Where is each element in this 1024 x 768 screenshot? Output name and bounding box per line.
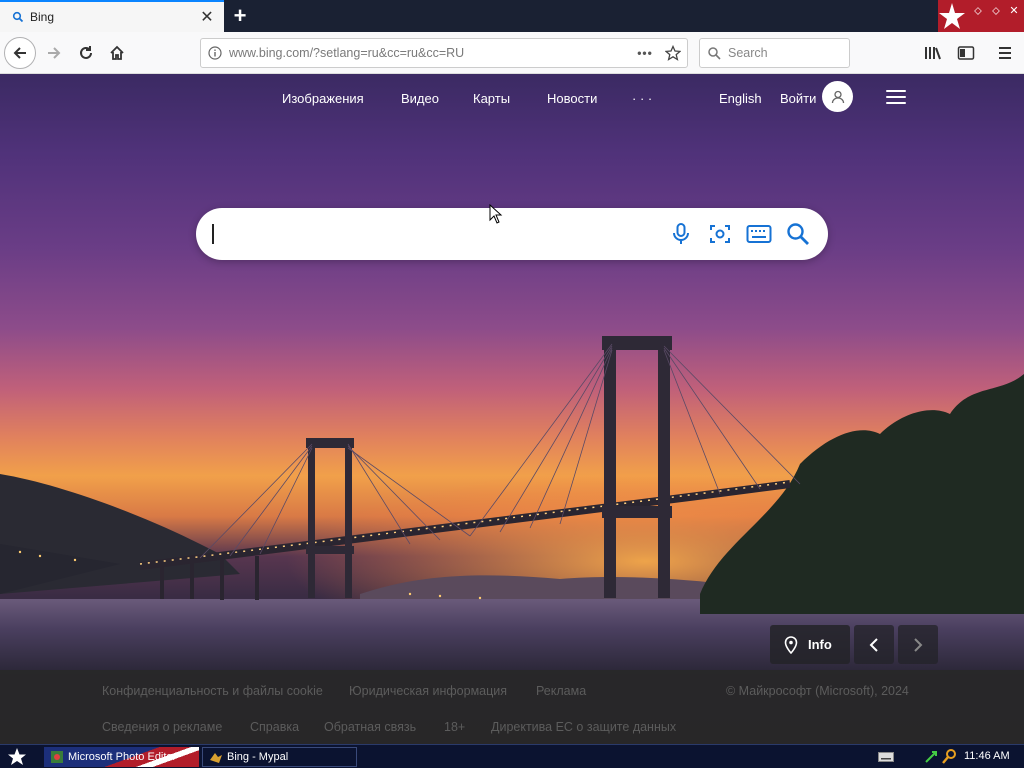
page-footer: Конфиденциальность и файлы cookie Юридич…	[0, 670, 1024, 744]
reload-button[interactable]	[70, 37, 102, 69]
back-button[interactable]	[4, 37, 36, 69]
reload-icon	[80, 46, 92, 59]
footer-ads-info-link[interactable]: Сведения о рекламе	[102, 720, 222, 734]
start-menu-star-icon[interactable]	[4, 747, 30, 767]
bing-homepage: Изображения Видео Карты Новости · · · En…	[0, 74, 1024, 744]
taskbar-mypal-label: Bing - Mypal	[227, 751, 289, 763]
nav-maps-link[interactable]: Карты	[473, 91, 510, 106]
mypal-icon	[210, 753, 222, 763]
url-bar[interactable]: www.bing.com/?setlang=ru&cc=ru&cc=RU •••	[200, 38, 688, 68]
forward-button[interactable]	[38, 37, 70, 69]
taskbar-photo-editor[interactable]: Microsoft Photo Editor	[44, 747, 199, 767]
footer-privacy-link[interactable]: Конфиденциальность и файлы cookie	[102, 684, 323, 698]
nav-more-link[interactable]: · · ·	[632, 91, 652, 106]
network-tray-icon[interactable]	[924, 748, 938, 764]
home-button[interactable]	[101, 37, 133, 69]
footer-help-link[interactable]: Справка	[250, 720, 299, 734]
bookmark-star-icon[interactable]	[659, 45, 687, 61]
chevron-right-icon	[914, 637, 923, 652]
text-caret	[212, 224, 214, 244]
next-image-button[interactable]	[898, 625, 938, 664]
taskbar: Microsoft Photo Editor Bing - Mypal 11:4…	[0, 744, 1024, 768]
nav-images-link[interactable]: Изображения	[282, 91, 364, 106]
nav-toolbar: www.bing.com/?setlang=ru&cc=ru&cc=RU •••…	[0, 32, 1024, 74]
url-text: www.bing.com/?setlang=ru&cc=ru&cc=RU	[229, 46, 465, 60]
taskbar-mypal[interactable]: Bing - Mypal	[202, 747, 357, 767]
image-info-button[interactable]: Info	[770, 625, 850, 664]
minimize-icon[interactable]: ⬦	[970, 4, 986, 18]
search-tray-icon[interactable]	[942, 748, 958, 764]
taskbar-photo-editor-label: Microsoft Photo Editor	[68, 751, 177, 763]
maximize-icon[interactable]: ⬦	[988, 4, 1004, 18]
photo-editor-icon	[51, 751, 63, 763]
forward-arrow-icon	[48, 47, 61, 59]
keyboard-icon[interactable]	[746, 221, 772, 247]
back-arrow-icon	[13, 47, 26, 59]
sidebar-icon[interactable]	[955, 42, 977, 64]
search-icon	[700, 46, 728, 60]
previous-image-button[interactable]	[854, 625, 894, 664]
bing-search-box[interactable]	[196, 208, 828, 260]
user-avatar-icon[interactable]	[822, 81, 853, 112]
library-icon[interactable]	[922, 42, 944, 64]
mouse-cursor-icon	[489, 204, 503, 224]
nav-news-link[interactable]: Новости	[547, 91, 597, 106]
search-submit-icon[interactable]	[785, 221, 811, 247]
footer-advertise-link[interactable]: Реклама	[536, 684, 586, 698]
home-icon	[110, 45, 124, 60]
footer-legal-link[interactable]: Юридическая информация	[349, 684, 507, 698]
clock: 11:46 AM	[964, 750, 1010, 762]
new-tab-button[interactable]: +	[226, 3, 254, 29]
browser-search-input[interactable]: Search	[699, 38, 850, 68]
visual-search-icon[interactable]	[707, 221, 733, 247]
footer-eu-privacy-link[interactable]: Директива ЕС о защите данных	[491, 720, 676, 734]
nav-video-link[interactable]: Видео	[401, 91, 439, 106]
location-pin-icon	[784, 635, 798, 654]
menu-icon[interactable]	[994, 42, 1016, 64]
site-info-icon[interactable]	[201, 46, 229, 60]
info-label: Info	[808, 637, 832, 652]
page-actions-icon[interactable]: •••	[631, 46, 659, 60]
tab-close-icon[interactable]: ✕	[196, 6, 218, 28]
keyboard-tray-icon[interactable]	[878, 752, 894, 762]
tab-title: Bing	[30, 10, 55, 24]
bing-favicon-icon	[10, 9, 26, 25]
footer-feedback-link[interactable]: Обратная связь	[324, 720, 416, 734]
tab-bing[interactable]: Bing ✕	[0, 0, 224, 32]
wm-star-icon	[939, 3, 965, 29]
close-window-icon[interactable]: ✕	[1006, 4, 1022, 18]
language-link[interactable]: English	[719, 91, 762, 106]
footer-age-link[interactable]: 18+	[444, 720, 465, 734]
tab-strip: Bing ✕ + ⬦ ⬦ ✕	[0, 0, 1024, 32]
microphone-icon[interactable]	[668, 221, 694, 247]
hamburger-menu-icon[interactable]	[886, 90, 906, 105]
footer-copyright: © Майкрософт (Microsoft), 2024	[726, 684, 909, 698]
search-placeholder: Search	[728, 46, 768, 60]
signin-link[interactable]: Войти	[780, 91, 816, 106]
chevron-left-icon	[869, 637, 878, 652]
